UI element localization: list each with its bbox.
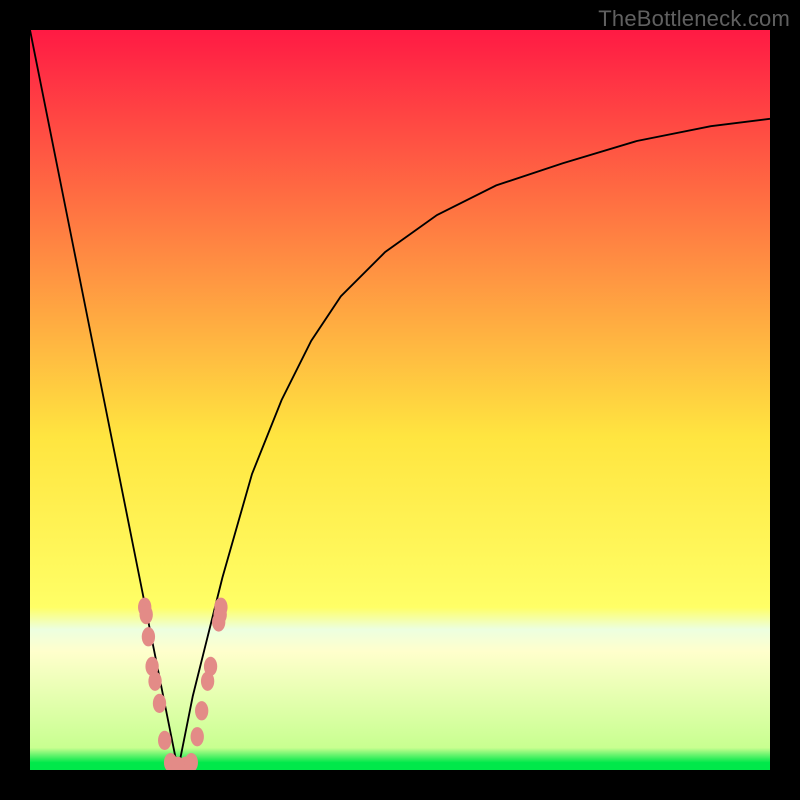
curve-marker xyxy=(140,605,153,624)
curve-marker xyxy=(191,727,204,746)
watermark-text: TheBottleneck.com xyxy=(598,6,790,32)
gradient-background xyxy=(30,30,770,770)
curve-marker xyxy=(195,701,208,720)
curve-marker xyxy=(148,672,161,691)
curve-marker xyxy=(158,731,171,750)
curve-marker xyxy=(142,627,155,646)
chart-frame: TheBottleneck.com xyxy=(0,0,800,800)
plot-area xyxy=(30,30,770,770)
bottleneck-curve-chart xyxy=(30,30,770,770)
curve-marker xyxy=(214,598,227,617)
curve-marker xyxy=(204,657,217,676)
curve-marker xyxy=(153,694,166,713)
